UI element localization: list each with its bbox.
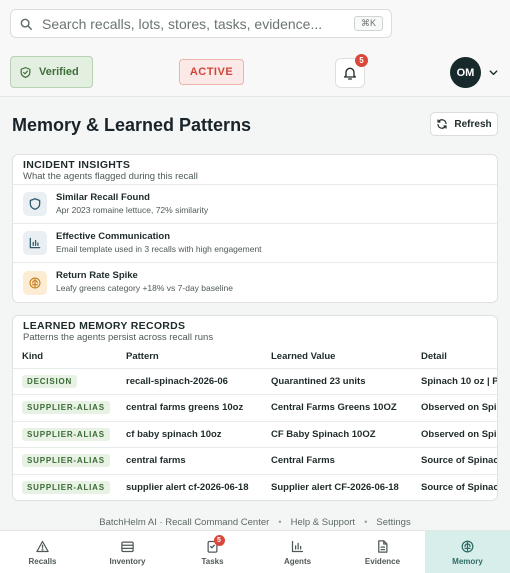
incident-insights-subtitle: What the agents flagged during this reca…: [23, 171, 198, 182]
search-input[interactable]: Search recalls, lots, stores, tasks, evi…: [42, 16, 354, 32]
verified-label: Verified: [39, 66, 79, 78]
brain-icon: [461, 540, 474, 552]
memory-records-subtitle: Patterns the agents persist across recal…: [23, 332, 214, 343]
document-icon: [378, 539, 388, 553]
nav-item-inventory[interactable]: Inventory: [85, 531, 170, 573]
kind-cell: DECISION: [13, 368, 117, 395]
search-icon: [20, 18, 32, 30]
search-box[interactable]: Search recalls, lots, stores, tasks, evi…: [10, 9, 392, 38]
incident-insights-card: INCIDENT INSIGHTS What the agents flagge…: [12, 154, 498, 303]
kind-cell: SUPPLIER-ALIAS: [13, 394, 117, 422]
agents-chart-icon: [291, 540, 304, 552]
table-row[interactable]: SUPPLIER-ALIAS cf baby spinach 10oz CF B…: [13, 421, 497, 448]
insight-item[interactable]: Effective Communication Email template u…: [13, 224, 497, 263]
pattern-cell: cf baby spinach 10oz: [117, 421, 262, 448]
learned-value-cell: CF Baby Spinach 10OZ: [262, 421, 412, 448]
kind-cell: SUPPLIER-ALIAS: [13, 474, 117, 500]
bottom-navigation: Recalls Inventory 5 Tasks Agents Evidenc…: [0, 530, 510, 573]
incident-insights-header: INCIDENT INSIGHTS What the agents flagge…: [13, 155, 497, 185]
bell-icon: [344, 67, 356, 80]
table-header-row: Kind Pattern Learned Value Detail: [13, 346, 497, 369]
page-title: Memory & Learned Patterns: [12, 115, 252, 135]
learned-value-cell: Central Farms: [262, 447, 412, 475]
chevron-down-icon[interactable]: [488, 67, 499, 78]
column-header-kind[interactable]: Kind: [13, 346, 117, 369]
nav-label: Agents: [283, 556, 312, 566]
footer-brand: BatchHelm AI · Recall Command Center: [99, 516, 270, 528]
learned-memory-records-card: LEARNED MEMORY RECORDS Patterns the agen…: [12, 315, 498, 501]
kind-chip: SUPPLIER-ALIAS: [22, 427, 110, 441]
learned-value-cell: Central Farms Greens 10OZ: [262, 394, 412, 422]
kind-chip: SUPPLIER-ALIAS: [22, 454, 110, 468]
nav-label: Tasks: [201, 556, 224, 566]
incident-insights-title: INCIDENT INSIGHTS: [23, 159, 131, 171]
table-row[interactable]: SUPPLIER-ALIAS central farms greens 10oz…: [13, 394, 497, 422]
insight-title: Effective Communication: [56, 230, 171, 242]
nav-item-tasks[interactable]: 5 Tasks: [170, 531, 255, 573]
shield-icon: [23, 192, 47, 216]
notification-count-badge: 5: [355, 54, 368, 67]
table-row[interactable]: SUPPLIER-ALIAS central farms Central Far…: [13, 447, 497, 475]
footer-separator: •: [364, 516, 368, 528]
footer-separator: •: [278, 516, 282, 528]
insight-item[interactable]: Return Rate Spike Leafy greens category …: [13, 263, 497, 302]
memory-records-table: Kind Pattern Learned Value Detail DECISI…: [13, 346, 498, 500]
page-footer: BatchHelm AI · Recall Command Center • H…: [0, 514, 510, 530]
detail-cell: Source of Spinach: [412, 447, 497, 475]
alert-triangle-icon: [36, 540, 49, 552]
tasks-count-badge: 5: [213, 535, 225, 546]
kind-cell: SUPPLIER-ALIAS: [13, 421, 117, 448]
bar-chart-icon: [23, 231, 47, 255]
pattern-cell: central farms greens 10oz: [117, 394, 262, 422]
pattern-cell: recall-spinach-2026-06: [117, 368, 262, 395]
top-bar: Search recalls, lots, stores, tasks, evi…: [0, 0, 510, 97]
nav-item-evidence[interactable]: Evidence: [340, 531, 425, 573]
memory-records-header: LEARNED MEMORY RECORDS Patterns the agen…: [13, 316, 497, 346]
memory-records-title: LEARNED MEMORY RECORDS: [23, 320, 186, 332]
nav-item-agents[interactable]: Agents: [255, 531, 340, 573]
kind-chip: SUPPLIER-ALIAS: [22, 481, 110, 494]
help-support-link[interactable]: Help & Support: [291, 517, 355, 528]
verified-badge: Verified: [10, 56, 93, 88]
detail-cell: Observed on Spina: [412, 394, 497, 422]
nav-label: Evidence: [364, 556, 401, 566]
nav-label: Recalls: [28, 556, 57, 566]
pattern-cell: supplier alert cf-2026-06-18: [126, 482, 249, 493]
kind-cell: SUPPLIER-ALIAS: [13, 447, 117, 475]
insight-title: Return Rate Spike: [56, 270, 138, 281]
refresh-label: Refresh: [454, 118, 492, 130]
insight-description: Apr 2023 romaine lettuce, 72% similarity: [56, 204, 209, 215]
shield-check-icon: [20, 66, 31, 78]
detail-cell: Spinach 10 oz | Po: [412, 368, 497, 395]
learned-value-cell: Supplier alert CF-2026-06-18: [271, 482, 399, 493]
insight-description: Leafy greens category +18% vs 7-day base…: [56, 283, 233, 293]
learned-value-cell: Quarantined 23 units: [262, 368, 412, 395]
table-row[interactable]: DECISION recall-spinach-2026-06 Quaranti…: [13, 368, 497, 395]
detail-cell: Source of Spinach: [421, 482, 498, 493]
column-header-learned-value[interactable]: Learned Value: [262, 346, 412, 369]
brain-icon: [23, 270, 47, 295]
kind-chip: SUPPLIER-ALIAS: [22, 401, 110, 415]
recall-status-badge: ACTIVE: [179, 59, 244, 85]
user-avatar[interactable]: OM: [450, 57, 481, 88]
nav-item-recalls[interactable]: Recalls: [0, 531, 85, 573]
detail-cell: Observed on Spina: [412, 421, 497, 448]
column-header-pattern[interactable]: Pattern: [117, 346, 262, 369]
insight-item[interactable]: Similar Recall Found Apr 2023 romaine le…: [13, 185, 497, 224]
column-header-detail[interactable]: Detail: [412, 346, 497, 369]
nav-label: Memory: [452, 556, 483, 566]
refresh-icon: [437, 119, 447, 129]
insight-description: Email template used in 3 recalls with hi…: [56, 243, 262, 254]
table-row[interactable]: SUPPLIER-ALIAS supplier alert cf-2026-06…: [13, 474, 498, 500]
refresh-button[interactable]: Refresh: [430, 112, 498, 136]
settings-link[interactable]: Settings: [376, 517, 410, 528]
search-shortcut-hint: ⌘K: [353, 16, 383, 31]
nav-item-memory[interactable]: Memory: [425, 531, 510, 573]
inventory-icon: [121, 541, 134, 552]
kind-chip: DECISION: [22, 374, 78, 388]
nav-label: Inventory: [109, 556, 146, 566]
insight-title: Similar Recall Found: [56, 191, 150, 203]
pattern-cell: central farms: [117, 447, 262, 475]
